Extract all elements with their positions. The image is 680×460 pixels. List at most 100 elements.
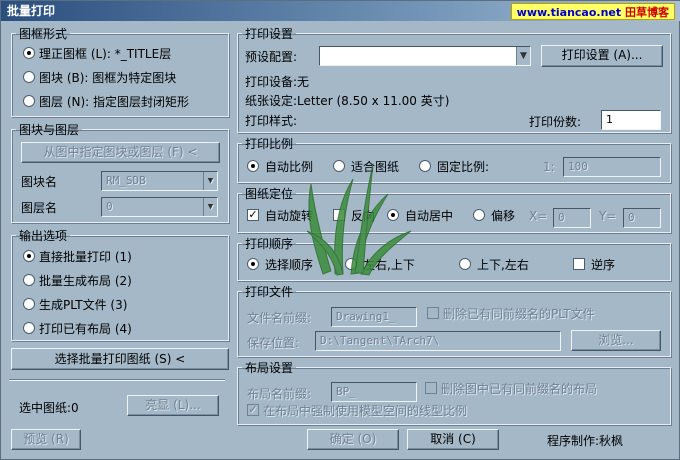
- scale-fixed-radio[interactable]: [419, 160, 431, 172]
- auto-rotate-checkbox[interactable]: ✓: [247, 209, 259, 221]
- file-prefix-input[interactable]: Drawing1_: [331, 307, 417, 327]
- layer-name-combo[interactable]: 0 ▼: [101, 197, 218, 217]
- scale-auto-label[interactable]: 自动比例: [265, 158, 313, 175]
- print-settings-button[interactable]: 打印设置 (A)...: [541, 45, 663, 67]
- frame-block-radio[interactable]: [23, 71, 35, 83]
- highlight-button[interactable]: 亮显 (L)...: [127, 395, 219, 416]
- dropdown-arrow-icon[interactable]: ▼: [516, 47, 530, 65]
- layout-settings-legend: 布局设置: [245, 361, 294, 375]
- order-select-label[interactable]: 选择顺序: [265, 256, 313, 273]
- window-title: 批量打印: [7, 4, 56, 18]
- auto-center-label[interactable]: 自动居中: [405, 207, 453, 224]
- offset-label[interactable]: 偏移: [491, 207, 515, 224]
- offset-y-value: 0: [628, 211, 635, 224]
- print-file-legend: 打印文件: [245, 285, 294, 299]
- output-existing-layout-radio[interactable]: [23, 322, 35, 334]
- site-watermark: www.tiancao.net 田草博客: [510, 3, 675, 20]
- file-prefix-label: 文件名前缀:: [247, 311, 312, 325]
- output-direct-radio[interactable]: [23, 250, 35, 262]
- frame-block-label[interactable]: 图块 (B): 图框为特定图块: [39, 69, 176, 86]
- order-reverse-checkbox[interactable]: [573, 258, 585, 270]
- preset-label: 预设配置:: [245, 50, 298, 64]
- order-lr-tb-radio[interactable]: [345, 258, 357, 270]
- delete-plt-checkbox[interactable]: [427, 307, 439, 319]
- layer-name-label: 图层名: [21, 201, 58, 215]
- order-tb-lr-radio[interactable]: [459, 258, 471, 270]
- copies-label: 打印份数:: [529, 115, 582, 129]
- auto-center-radio[interactable]: [387, 209, 399, 221]
- layout-prefix-label: 布局名前缀:: [247, 387, 312, 401]
- block-name-combo[interactable]: RM_SDB ▼: [101, 171, 218, 191]
- ok-button[interactable]: 确定 (O): [307, 429, 399, 450]
- batch-print-dialog: 批量打印 www.tiancao.net 田草博客 图框形式 理正图框 (L):…: [0, 0, 680, 460]
- print-order-legend: 打印顺序: [245, 237, 294, 251]
- order-tb-lr-label[interactable]: 上下,左右: [477, 256, 529, 273]
- print-settings-legend: 打印设置: [245, 27, 294, 41]
- preview-button[interactable]: 预览 (R): [11, 429, 81, 450]
- reverse-checkbox[interactable]: [333, 209, 345, 221]
- cancel-button[interactable]: 取消 (C): [407, 429, 499, 450]
- watermark-site: www.tiancao.net: [516, 6, 622, 19]
- block-layer-legend: 图块与图层: [19, 123, 80, 137]
- reverse-label[interactable]: 反向: [351, 207, 375, 224]
- frame-titlebox-radio[interactable]: [23, 47, 35, 59]
- scale-fit-label[interactable]: 适合图纸: [351, 158, 399, 175]
- layer-name-value: 0: [106, 200, 113, 213]
- left-divider: [9, 379, 225, 381]
- dropdown-arrow-icon[interactable]: ▼: [203, 172, 217, 190]
- print-scale-legend: 打印比例: [245, 137, 294, 151]
- output-plt-label[interactable]: 生成PLT文件 (3): [39, 296, 127, 313]
- offset-y-input[interactable]: 0: [623, 208, 661, 228]
- scale-ratio-input[interactable]: 100: [563, 157, 661, 177]
- dropdown-arrow-icon[interactable]: ▼: [203, 198, 217, 216]
- drawing-position-legend: 图纸定位: [245, 187, 294, 201]
- save-location-input[interactable]: D:\Tangent\TArch7\: [315, 331, 561, 351]
- output-plt-radio[interactable]: [23, 298, 35, 310]
- layout-prefix-input[interactable]: BP_: [331, 382, 417, 402]
- output-direct-label[interactable]: 直接批量打印 (1): [39, 248, 132, 265]
- paper-setting-text: 纸张设定:Letter (8.50 x 11.00 英寸): [245, 94, 450, 108]
- force-linetype-checkbox[interactable]: ✓: [247, 404, 259, 416]
- watermark-name: 田草博客: [625, 6, 669, 19]
- delete-plt-label[interactable]: 删除已有同前缀名的PLT文件: [443, 305, 595, 322]
- output-options-legend: 输出选项: [19, 229, 68, 243]
- scale-ratio-prefix: 1:: [543, 160, 555, 174]
- print-device-text: 打印设备:无: [245, 75, 310, 89]
- preset-combo[interactable]: ▼: [319, 46, 531, 66]
- save-location-value: D:\Tangent\TArch7\: [320, 334, 440, 347]
- save-location-label: 保存位置:: [247, 336, 300, 350]
- output-existing-layout-label[interactable]: 打印已有布局 (4): [39, 320, 132, 337]
- output-layout-radio[interactable]: [23, 274, 35, 286]
- frame-form-legend: 图框形式: [19, 27, 68, 41]
- scale-ratio-value: 100: [568, 160, 588, 173]
- copies-value: 1: [606, 113, 613, 126]
- frame-layer-radio[interactable]: [23, 95, 35, 107]
- browse-button[interactable]: 浏览...: [571, 330, 661, 351]
- layout-prefix-value: BP_: [336, 385, 356, 398]
- block-name-value: RM_SDB: [106, 174, 146, 187]
- offset-x-input[interactable]: 0: [553, 208, 591, 228]
- selected-count-label: 选中图纸:0: [19, 401, 79, 415]
- order-select-radio[interactable]: [247, 258, 259, 270]
- frame-layer-label[interactable]: 图层 (N): 指定图层封闭矩形: [39, 93, 189, 110]
- scale-fit-radio[interactable]: [333, 160, 345, 172]
- scale-auto-radio[interactable]: [247, 160, 259, 172]
- force-linetype-label[interactable]: 在布局中强制使用模型空间的线型比例: [263, 402, 467, 419]
- frame-titlebox-label[interactable]: 理正图框 (L): *_TITLE层: [39, 45, 171, 62]
- file-prefix-value: Drawing1_: [336, 310, 396, 323]
- credit-text: 程序制作:秋枫: [547, 434, 624, 448]
- scale-fixed-label[interactable]: 固定比例:: [437, 158, 489, 175]
- auto-rotate-label[interactable]: 自动旋转: [265, 207, 313, 224]
- output-layout-label[interactable]: 批量生成布局 (2): [39, 272, 132, 289]
- select-drawings-button[interactable]: 选择批量打印图纸 (S) <: [11, 348, 229, 370]
- offset-x-value: 0: [558, 211, 565, 224]
- delete-layout-label[interactable]: 删除图中已有同前缀名的布局: [441, 380, 597, 397]
- offset-radio[interactable]: [473, 209, 485, 221]
- print-style-text: 打印样式:: [245, 114, 298, 128]
- delete-layout-checkbox[interactable]: [425, 382, 437, 394]
- pick-block-layer-button[interactable]: 从图中指定图块或图层 (F) <: [21, 142, 220, 163]
- offset-y-label: Y=: [599, 209, 617, 223]
- order-reverse-label[interactable]: 逆序: [591, 256, 615, 273]
- order-lr-tb-label[interactable]: 左右,上下: [363, 256, 415, 273]
- copies-input[interactable]: 1: [601, 110, 661, 130]
